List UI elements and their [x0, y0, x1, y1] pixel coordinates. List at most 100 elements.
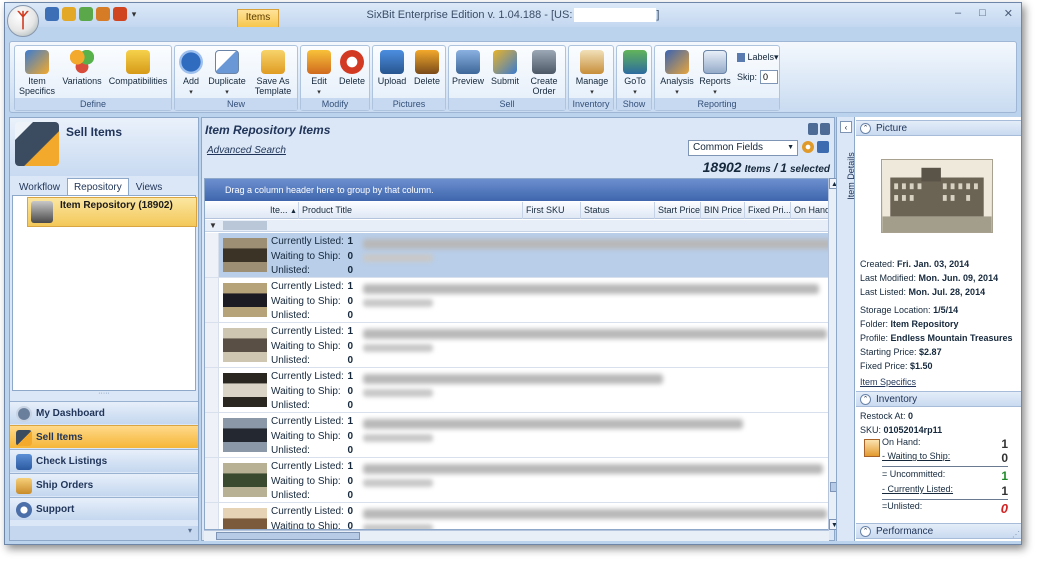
- table-row[interactable]: Currently Listed: 1 Waiting to Ship: 0 Unlis…: [205, 413, 828, 458]
- filter-row[interactable]: ▼: [205, 220, 828, 232]
- save-layout-icon[interactable]: [817, 141, 829, 153]
- group-by-bar[interactable]: Drag a column header here to group by th…: [205, 179, 828, 201]
- column-header-start-price[interactable]: Start Price: [655, 202, 701, 219]
- collapse-pane-icon[interactable]: ‹: [840, 121, 852, 133]
- group-label-pictures: Pictures: [373, 98, 445, 110]
- ribbon-group-sell: Preview Submit Create Order Sell: [448, 45, 566, 111]
- advanced-search-link[interactable]: Advanced Search: [207, 145, 286, 156]
- analysis-button[interactable]: Analysis ▾: [658, 50, 696, 98]
- settings-gear-icon[interactable]: [802, 141, 814, 153]
- save-as-template-button[interactable]: Save As Template: [251, 50, 295, 96]
- row-indicator[interactable]: [205, 368, 219, 412]
- blurred-sku: [363, 434, 433, 442]
- app-menu-button[interactable]: ᛉ: [7, 5, 39, 37]
- ribbon-group-inventory: Manage ▾ Inventory: [568, 45, 614, 111]
- row-indicator[interactable]: [205, 413, 219, 457]
- folder-field: Folder: Item Repository: [860, 319, 959, 329]
- grid-options: [802, 141, 829, 153]
- edit-button[interactable]: Edit ▾: [305, 50, 333, 98]
- horizontal-scroll-thumb[interactable]: [216, 532, 360, 540]
- currently-listed-row[interactable]: - Currently Listed: 1: [882, 484, 1008, 498]
- nav-support[interactable]: Support: [10, 497, 198, 520]
- dock-icon[interactable]: [808, 123, 818, 135]
- section-performance[interactable]: ⌃ Performance: [856, 523, 1021, 539]
- inventory-icon: [864, 439, 880, 457]
- row-indicator[interactable]: [205, 233, 219, 277]
- row-indicator[interactable]: [205, 278, 219, 322]
- submit-button[interactable]: Submit: [489, 50, 521, 86]
- section-picture[interactable]: ⌃ Picture: [856, 120, 1021, 136]
- nav-check-listings[interactable]: Check Listings: [10, 449, 198, 472]
- column-header-on-hand[interactable]: On Hand: [791, 202, 828, 219]
- ribbon-tab-items[interactable]: Items: [237, 9, 279, 27]
- create-order-button[interactable]: Create Order: [525, 50, 563, 96]
- column-header-fixed-price[interactable]: Fixed Pri...: [745, 202, 791, 219]
- reports-button[interactable]: Reports ▾: [697, 50, 733, 98]
- nav-ship-orders[interactable]: Ship Orders: [10, 473, 198, 496]
- book-icon[interactable]: [820, 123, 830, 135]
- row-indicator[interactable]: [205, 458, 219, 502]
- section-inventory[interactable]: ⌃ Inventory: [856, 391, 1021, 407]
- duplicate-dropdown-icon: ▾: [225, 89, 229, 96]
- blurred-product-title: [363, 419, 743, 429]
- field-set-select[interactable]: Common Fields ▼: [688, 140, 798, 156]
- goto-button[interactable]: GoTo ▾: [620, 50, 650, 98]
- waiting-to-ship-row[interactable]: - Waiting to Ship: 0: [882, 451, 1008, 465]
- duplicate-button[interactable]: Duplicate ▾: [207, 50, 247, 98]
- row-indicator[interactable]: [205, 323, 219, 367]
- panel-title: Item Repository Items: [205, 123, 331, 137]
- row-indicator[interactable]: [205, 503, 219, 529]
- pane-splitter[interactable]: ·····: [10, 390, 198, 398]
- nav-my-dashboard[interactable]: My Dashboard: [10, 401, 198, 424]
- upload-button[interactable]: Upload: [376, 50, 408, 86]
- collapse-up-icon: ⌃: [860, 394, 871, 405]
- minimize-button[interactable]: –: [955, 7, 961, 20]
- title-bar: ▾ SixBit Enterprise Edition v. 1.04.188 …: [5, 3, 1021, 27]
- listing-counts: Currently Listed: 1 Waiting to Ship: 0 Unlis…: [271, 281, 353, 321]
- storage-location-field: Storage Location: 1/5/14: [860, 305, 959, 315]
- repository-tree: Item Repository (18902): [12, 195, 197, 391]
- group-label-show: Show: [617, 98, 651, 110]
- delete-item-button[interactable]: Delete: [337, 50, 367, 86]
- column-header-bin-price[interactable]: BIN Price: [701, 202, 745, 219]
- horizontal-scrollbar[interactable]: [204, 530, 829, 541]
- listing-counts: Currently Listed: 1 Waiting to Ship: 0 Unlis…: [271, 371, 353, 411]
- delete-picture-button[interactable]: Delete: [411, 50, 443, 86]
- column-header-item[interactable]: Ite... ▲: [267, 202, 299, 219]
- compatibilities-button[interactable]: Compatibilities: [107, 50, 169, 86]
- table-row[interactable]: Currently Listed: 1 Waiting to Ship: 0 Unlis…: [205, 278, 828, 323]
- close-button[interactable]: ✕: [1004, 7, 1013, 20]
- item-specifics-link[interactable]: Item Specifics: [860, 377, 916, 387]
- table-row[interactable]: Currently Listed: 1 Waiting to Ship: 0 Unlis…: [205, 233, 828, 278]
- skip-input[interactable]: [760, 70, 779, 84]
- variations-button[interactable]: Variations: [61, 50, 103, 86]
- column-header-status[interactable]: Status: [581, 202, 655, 219]
- table-row[interactable]: Currently Listed:0Waiting to Ship:0Unlis…: [205, 503, 828, 529]
- nav-configure-button[interactable]: ▾: [10, 526, 198, 540]
- preview-button[interactable]: Preview: [451, 50, 485, 86]
- ribbon-group-pictures: Upload Delete Pictures: [372, 45, 446, 111]
- table-row[interactable]: Currently Listed: 1 Waiting to Ship: 0 Unlis…: [205, 368, 828, 413]
- collapse-up-icon: ⌃: [860, 526, 871, 537]
- save-template-icon: [261, 50, 285, 74]
- manage-button[interactable]: Manage ▾: [573, 50, 611, 98]
- column-header-product-title[interactable]: Product Title: [299, 202, 523, 219]
- navigation-pane: Sell Items Workflow Repository Views Ite…: [9, 117, 199, 541]
- blurred-sku: [363, 389, 433, 397]
- filter-cell[interactable]: [223, 221, 267, 230]
- manage-dropdown-icon: ▾: [590, 89, 594, 96]
- labels-button[interactable]: Labels▾: [737, 52, 779, 63]
- add-button[interactable]: Add ▾: [177, 50, 205, 98]
- maximize-button[interactable]: □: [979, 7, 986, 20]
- tree-item-item-repository[interactable]: Item Repository (18902): [27, 197, 197, 227]
- filter-icon: ▼: [209, 221, 217, 230]
- column-header-first-sku[interactable]: First SKU: [523, 202, 581, 219]
- table-row[interactable]: Currently Listed: 1 Waiting to Ship: 0 Unlis…: [205, 323, 828, 368]
- variations-icon: [70, 50, 94, 74]
- item-specifics-button[interactable]: Item Specifics: [17, 50, 57, 96]
- resize-grip-icon[interactable]: ⋰: [1012, 530, 1020, 539]
- app-window: ▾ SixBit Enterprise Edition v. 1.04.188 …: [4, 2, 1022, 545]
- listing-counts: Currently Listed: 1 Waiting to Ship: 0 Unlis…: [271, 236, 353, 276]
- nav-sell-items[interactable]: Sell Items: [10, 425, 198, 448]
- table-row[interactable]: Currently Listed: 1 Waiting to Ship: 0 Unlis…: [205, 458, 828, 503]
